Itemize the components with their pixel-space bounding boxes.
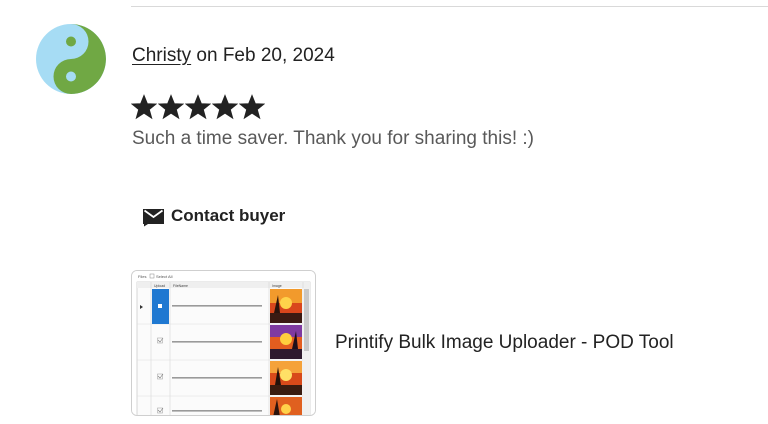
listing-link[interactable]: Files Select All Upload FileName Image P…	[131, 270, 674, 416]
listing-thumbnail: Files Select All Upload FileName Image	[131, 270, 316, 416]
thumb-header-image: Image	[272, 284, 282, 288]
review-text: Such a time saver. Thank you for sharing…	[132, 128, 535, 149]
svg-text:Files: Files	[138, 274, 146, 279]
divider	[131, 6, 768, 7]
yin-yang-icon	[36, 24, 106, 94]
reviewer-name-link[interactable]: Christy	[132, 45, 191, 66]
thumb-header-filename: FileName	[173, 284, 188, 288]
star-icon	[131, 94, 157, 120]
star-icon	[239, 94, 265, 120]
star-icon	[158, 94, 184, 120]
star-icon	[212, 94, 238, 120]
envelope-icon	[142, 206, 165, 227]
star-rating	[131, 94, 265, 120]
thumb-header-upload: Upload	[154, 284, 165, 288]
svg-text:Select All: Select All	[156, 274, 173, 279]
contact-buyer-label: Contact buyer	[171, 206, 286, 225]
review-date: on Feb 20, 2024	[196, 45, 335, 66]
review-meta: Christy on Feb 20, 2024	[132, 44, 335, 68]
listing-title: Printify Bulk Image Uploader - POD Tool	[335, 332, 674, 353]
star-icon	[185, 94, 211, 120]
avatar[interactable]	[36, 24, 106, 94]
contact-buyer-button[interactable]: Contact buyer	[142, 205, 285, 227]
